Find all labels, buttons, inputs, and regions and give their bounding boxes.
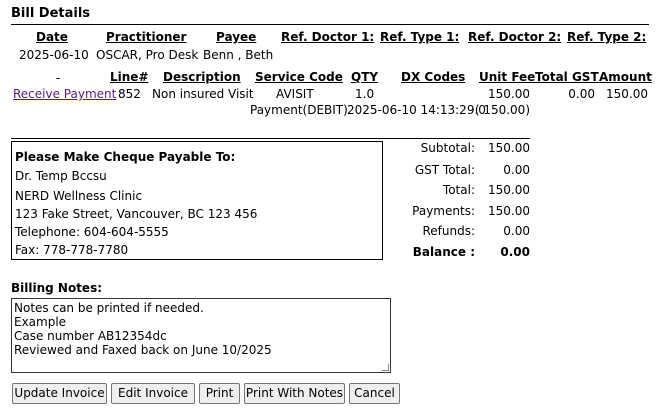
print-button[interactable]: Print [199, 383, 240, 404]
practitioner-header: Practitioner [106, 30, 187, 44]
total-value: 150.00 [488, 183, 530, 197]
edit-invoice-button[interactable]: Edit Invoice [111, 383, 195, 404]
payee-name: Benn , Beth [203, 48, 274, 62]
service-code-header: Service Code [255, 70, 343, 84]
subtotal-label: Subtotal: [420, 141, 475, 155]
payment-type: Payment(DEBIT) [250, 103, 348, 117]
notes-line: Notes can be printed if needed. [14, 301, 204, 315]
description-header: Description [163, 70, 241, 84]
action-column-header: - [56, 71, 61, 85]
payment-amount: ( 150.00) [474, 103, 530, 117]
date-header: Date [36, 30, 68, 44]
line-number: 852 [118, 87, 141, 101]
payments-label: Payments: [412, 204, 475, 218]
qty-header: QTY [351, 70, 379, 84]
gst-total-label: GST Total: [414, 163, 475, 177]
clinic-fax: Fax: 778-778-7780 [15, 243, 129, 257]
ref-type-1-header: Ref. Type 1: [380, 30, 460, 44]
print-with-notes-button[interactable]: Print With Notes [244, 383, 345, 404]
item-amount: 150.00 [606, 87, 648, 101]
clinic-telephone: Telephone: 604-604-5555 [15, 225, 169, 239]
payee-header: Payee [216, 30, 257, 44]
clinic-doctor: Dr. Temp Bccsu [15, 169, 107, 183]
billing-notes-textarea[interactable]: Notes can be printed if needed. Example … [11, 298, 391, 373]
update-invoice-button[interactable]: Update Invoice [12, 383, 107, 404]
refunds-value: 0.00 [503, 224, 530, 238]
notes-line: Example [14, 315, 67, 329]
receive-payment-link[interactable]: Receive Payment [13, 87, 116, 101]
unit-fee: 150.00 [488, 87, 530, 101]
ref-type-2-header: Ref. Type 2: [567, 30, 647, 44]
unit-fee-header: Unit Fee [479, 70, 536, 84]
gst-total-value: 0.00 [503, 163, 530, 177]
cheque-title: Please Make Cheque Payable To: [15, 150, 236, 164]
item-qty: 1.0 [355, 87, 375, 101]
items-divider [11, 138, 530, 139]
bill-date: 2025-06-10 [19, 48, 89, 62]
billing-notes-label: Billing Notes: [11, 281, 103, 295]
service-code: AVISIT [276, 87, 314, 101]
notes-line: Reviewed and Faxed back on June 10/2025 [14, 343, 272, 357]
total-gst: 0.00 [568, 87, 595, 101]
total-label: Total: [442, 183, 475, 197]
title-divider [11, 24, 649, 25]
subtotal-value: 150.00 [488, 141, 530, 155]
item-description: Non insured Visit [152, 87, 254, 101]
refunds-label: Refunds: [422, 224, 475, 238]
cheque-payable-box: Please Make Cheque Payable To: Dr. Temp … [11, 141, 383, 260]
line-header: Line# [110, 70, 149, 84]
clinic-address: 123 Fake Street, Vancouver, BC 123 456 [15, 207, 258, 221]
balance-label: Balance : [412, 245, 475, 259]
notes-line: Case number AB12354dc [14, 329, 167, 343]
payments-value: 150.00 [488, 204, 530, 218]
ref-doctor-2-header: Ref. Doctor 2: [468, 30, 562, 44]
balance-value: 0.00 [500, 245, 530, 259]
total-gst-header: Total GST [535, 70, 599, 84]
resize-handle-icon[interactable] [382, 364, 389, 371]
amount-header: Amount [599, 70, 652, 84]
page-title: Bill Details [11, 6, 91, 21]
practitioner-name: OSCAR, Pro Desk [96, 48, 199, 62]
dx-codes-header: DX Codes [401, 70, 466, 84]
ref-doctor-1-header: Ref. Doctor 1: [281, 30, 375, 44]
cancel-button[interactable]: Cancel [349, 383, 400, 404]
clinic-name: NERD Wellness Clinic [15, 189, 143, 203]
